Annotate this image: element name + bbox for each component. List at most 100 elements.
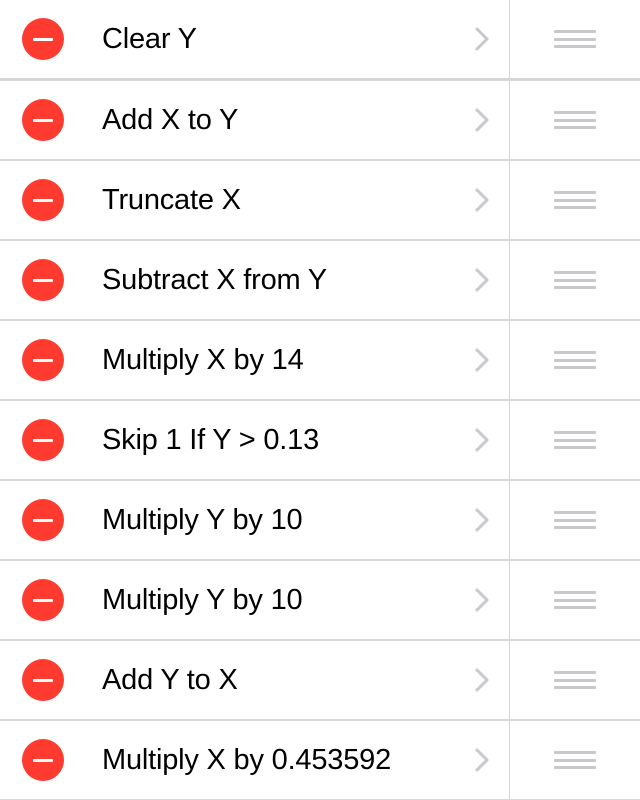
reorder-handle[interactable] [554,191,596,209]
delete-button[interactable] [22,179,64,221]
chevron-right-icon [475,668,489,692]
list-item[interactable]: Subtract X from Y [0,240,640,320]
row-main[interactable]: Add Y to X [0,640,510,720]
chevron-right-icon [475,108,489,132]
handle-line-icon [554,351,596,354]
reorder-handle[interactable] [554,671,596,689]
reorder-cell [510,160,640,240]
handle-line-icon [554,431,596,434]
reorder-handle[interactable] [554,111,596,129]
handle-line-icon [554,606,596,609]
reorder-handle[interactable] [554,351,596,369]
reorder-cell [510,80,640,160]
delete-button[interactable] [22,419,64,461]
handle-line-icon [554,751,596,754]
step-label: Add Y to X [102,664,475,697]
handle-line-icon [554,30,596,33]
handle-line-icon [554,286,596,289]
handle-line-icon [554,45,596,48]
list-item[interactable]: Add Y to X [0,640,640,720]
step-list: Clear Y Add X to Y [0,0,640,800]
delete-button[interactable] [22,18,64,60]
minus-icon [33,599,53,602]
handle-line-icon [554,766,596,769]
delete-button[interactable] [22,339,64,381]
reorder-cell [510,560,640,640]
step-label: Skip 1 If Y > 0.13 [102,424,475,457]
step-label: Clear Y [102,23,475,56]
chevron-right-icon [475,27,489,51]
reorder-handle[interactable] [554,30,596,48]
minus-icon [33,679,53,682]
handle-line-icon [554,599,596,602]
list-item[interactable]: Multiply X by 14 [0,320,640,400]
list-item[interactable]: Clear Y [0,0,640,80]
list-item[interactable]: Multiply Y by 10 [0,560,640,640]
handle-line-icon [554,199,596,202]
handle-line-icon [554,366,596,369]
handle-line-icon [554,279,596,282]
row-main[interactable]: Multiply Y by 10 [0,560,510,640]
list-item[interactable]: Truncate X [0,160,640,240]
reorder-cell [510,240,640,320]
delete-button[interactable] [22,259,64,301]
list-item[interactable]: Skip 1 If Y > 0.13 [0,400,640,480]
row-main[interactable]: Skip 1 If Y > 0.13 [0,400,510,480]
delete-button[interactable] [22,499,64,541]
step-label: Multiply Y by 10 [102,504,475,537]
row-main[interactable]: Multiply X by 14 [0,320,510,400]
handle-line-icon [554,519,596,522]
step-label: Truncate X [102,184,475,217]
chevron-right-icon [475,508,489,532]
delete-button[interactable] [22,739,64,781]
reorder-cell [510,0,640,79]
row-main[interactable]: Truncate X [0,160,510,240]
handle-line-icon [554,759,596,762]
handle-line-icon [554,439,596,442]
chevron-right-icon [475,348,489,372]
reorder-cell [510,720,640,800]
minus-icon [33,279,53,282]
handle-line-icon [554,591,596,594]
row-main[interactable]: Multiply Y by 10 [0,480,510,560]
reorder-handle[interactable] [554,271,596,289]
minus-icon [33,199,53,202]
reorder-handle[interactable] [554,591,596,609]
step-label: Subtract X from Y [102,264,475,297]
handle-line-icon [554,359,596,362]
minus-icon [33,759,53,762]
minus-icon [33,119,53,122]
handle-line-icon [554,679,596,682]
handle-line-icon [554,38,596,41]
reorder-handle[interactable] [554,751,596,769]
row-main[interactable]: Clear Y [0,0,510,79]
handle-line-icon [554,686,596,689]
handle-line-icon [554,511,596,514]
reorder-cell [510,400,640,480]
handle-line-icon [554,111,596,114]
delete-button[interactable] [22,659,64,701]
step-label: Multiply X by 14 [102,344,475,377]
list-item[interactable]: Multiply Y by 10 [0,480,640,560]
step-label: Multiply Y by 10 [102,584,475,617]
minus-icon [33,359,53,362]
chevron-right-icon [475,188,489,212]
list-item[interactable]: Multiply X by 0.453592 [0,720,640,800]
reorder-handle[interactable] [554,511,596,529]
delete-button[interactable] [22,99,64,141]
reorder-handle[interactable] [554,431,596,449]
handle-line-icon [554,191,596,194]
chevron-right-icon [475,588,489,612]
step-label: Multiply X by 0.453592 [102,744,475,777]
minus-icon [33,38,53,41]
row-main[interactable]: Subtract X from Y [0,240,510,320]
handle-line-icon [554,526,596,529]
list-item[interactable]: Add X to Y [0,80,640,160]
handle-line-icon [554,271,596,274]
delete-button[interactable] [22,579,64,621]
handle-line-icon [554,206,596,209]
reorder-cell [510,480,640,560]
reorder-cell [510,320,640,400]
row-main[interactable]: Multiply X by 0.453592 [0,720,510,800]
row-main[interactable]: Add X to Y [0,80,510,160]
